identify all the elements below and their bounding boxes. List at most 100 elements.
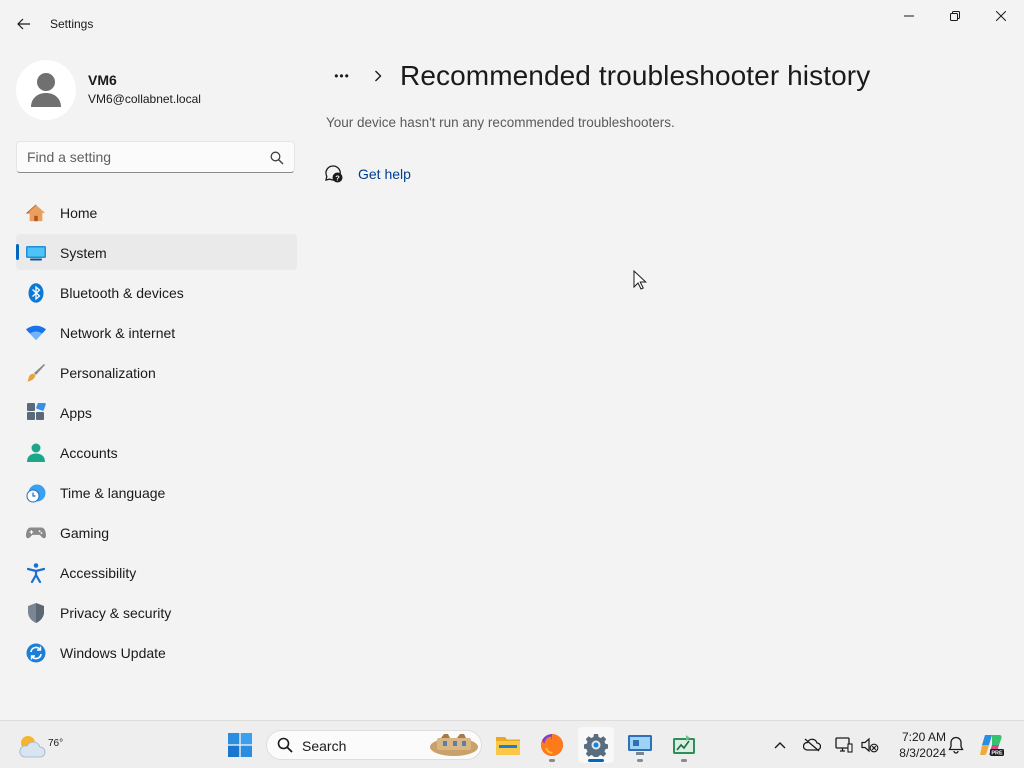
weather-widget[interactable]: 76° (16, 729, 63, 761)
folder-icon (496, 737, 520, 755)
weather-temperature: 76° (48, 738, 64, 749)
running-indicator (549, 759, 555, 762)
sidebar-item-personalization[interactable]: Personalization (16, 354, 297, 390)
svg-text:PRE: PRE (991, 751, 1003, 757)
bell-icon (948, 736, 964, 754)
wifi-icon (26, 323, 46, 343)
sidebar-item-label: Time & language (60, 485, 166, 501)
system-clock[interactable]: 7:20 AM 8/3/2024 (886, 729, 946, 761)
get-help-label: Get help (358, 166, 411, 182)
help-chat-icon: ? (325, 165, 343, 183)
gamepad-icon (26, 523, 46, 543)
firefox-icon (541, 734, 563, 756)
close-button[interactable] (978, 0, 1024, 32)
sidebar-item-bluetooth[interactable]: Bluetooth & devices (16, 274, 297, 310)
weather-partly-sunny-icon (19, 736, 46, 758)
clock-globe-icon (26, 483, 46, 503)
sidebar-item-privacy-security[interactable]: Privacy & security (16, 594, 297, 630)
sidebar-item-label: Privacy & security (60, 605, 172, 621)
sidebar-item-label: Bluetooth & devices (60, 285, 184, 301)
restore-icon (950, 11, 960, 21)
shield-icon (26, 603, 46, 623)
accounts-icon (26, 443, 46, 463)
close-icon (996, 11, 1006, 21)
cloud-offline-icon (803, 738, 821, 752)
running-indicator (681, 759, 687, 762)
svg-text:?: ? (335, 173, 340, 182)
search-highlight-image-icon (430, 734, 478, 756)
system-icon (26, 243, 46, 263)
get-help-link[interactable]: ? Get help (324, 163, 411, 185)
person-icon (31, 73, 61, 107)
home-icon (26, 203, 46, 223)
copilot-button[interactable]: PRE (974, 727, 1010, 763)
search-input[interactable] (27, 149, 257, 165)
user-profile[interactable]: VM6 VM6@collabnet.local (16, 56, 296, 120)
restore-button[interactable] (932, 0, 978, 32)
taskbar-remote-desktop[interactable] (622, 727, 658, 763)
sidebar-item-system[interactable]: System (16, 234, 297, 270)
update-icon (26, 643, 46, 663)
sidebar-item-label: Windows Update (60, 645, 166, 661)
search-icon (270, 151, 284, 165)
back-button[interactable] (10, 12, 38, 36)
profile-name: VM6 (88, 72, 117, 88)
app-title: Settings (50, 17, 94, 31)
sidebar-item-home[interactable]: Home (16, 194, 297, 230)
sidebar-item-label: System (60, 245, 107, 261)
network-tray-button[interactable] (832, 733, 856, 757)
chevron-right-icon (366, 62, 390, 90)
minimize-button[interactable] (886, 0, 932, 32)
windows-logo-icon (228, 733, 252, 757)
sidebar-item-label: Gaming (60, 525, 110, 541)
clock-date: 8/3/2024 (899, 746, 946, 760)
breadcrumb: ••• Recommended troubleshooter history (326, 58, 870, 94)
network-monitor-icon (835, 737, 853, 753)
sidebar-item-label: Accessibility (60, 565, 137, 581)
taskbar-file-explorer[interactable] (490, 727, 526, 763)
sidebar-item-label: Network & internet (60, 325, 176, 341)
sidebar-item-network[interactable]: Network & internet (16, 314, 297, 350)
chevron-up-icon (774, 742, 786, 749)
running-indicator (637, 759, 643, 762)
onedrive-tray-button[interactable] (800, 733, 824, 757)
more-icon: ••• (334, 69, 350, 83)
sidebar-item-label: Apps (60, 405, 92, 421)
settings-search[interactable] (16, 141, 295, 173)
taskbar-search[interactable]: Search (266, 730, 482, 760)
start-button[interactable] (222, 727, 258, 763)
notifications-button[interactable] (944, 733, 968, 757)
sidebar-item-accounts[interactable]: Accounts (16, 434, 297, 470)
empty-state-message: Your device hasn't run any recommended t… (326, 115, 675, 130)
copilot-icon: PRE (980, 735, 1004, 757)
taskbar-app-chart[interactable] (666, 727, 702, 763)
gear-icon (584, 734, 608, 757)
sidebar-item-windows-update[interactable]: Windows Update (16, 634, 297, 670)
back-arrow-icon (17, 18, 30, 30)
title-bar: Settings (0, 0, 1024, 48)
minimize-icon (904, 15, 914, 17)
apps-icon (26, 403, 46, 423)
page-title: Recommended troubleshooter history (400, 60, 871, 91)
sidebar-item-gaming[interactable]: Gaming (16, 514, 297, 550)
brush-icon (26, 363, 46, 383)
bluetooth-icon (26, 283, 46, 303)
accessibility-icon (26, 563, 46, 583)
speaker-muted-icon (861, 737, 879, 753)
monitor-app-icon (628, 735, 652, 755)
breadcrumb-more-button[interactable]: ••• (326, 62, 358, 90)
sidebar-item-apps[interactable]: Apps (16, 394, 297, 430)
search-icon (277, 737, 293, 753)
show-hidden-icons-button[interactable] (768, 733, 792, 757)
volume-tray-button[interactable] (858, 733, 882, 757)
taskbar-search-label: Search (302, 738, 347, 754)
taskbar-firefox[interactable] (534, 727, 570, 763)
mouse-cursor-icon (633, 270, 647, 290)
sidebar-item-time-language[interactable]: Time & language (16, 474, 297, 510)
chart-app-icon (673, 735, 695, 754)
sidebar-item-accessibility[interactable]: Accessibility (16, 554, 297, 590)
sidebar-nav: Home System Bluetooth & devices Network … (16, 194, 297, 674)
taskbar-settings[interactable] (578, 727, 614, 763)
taskbar: 76° Search 7:20 AM 8/3/2024 PRE (0, 720, 1024, 768)
active-indicator (588, 759, 604, 762)
